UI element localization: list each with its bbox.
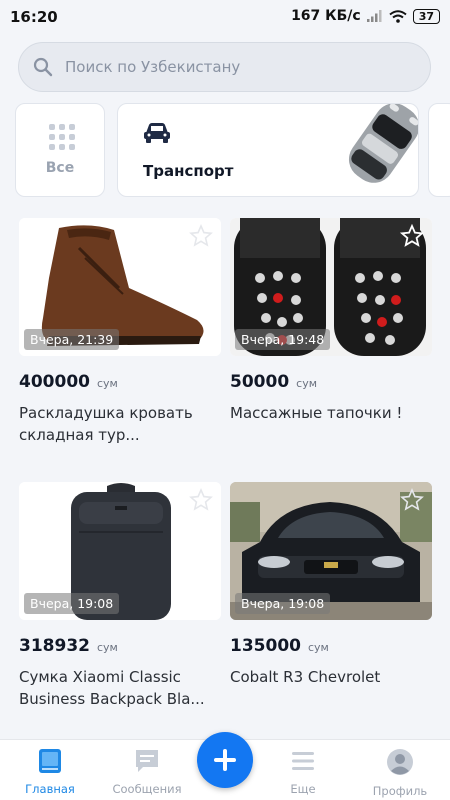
- category-carousel: Все Транспорт: [0, 103, 450, 198]
- network-speed: 167 КБ/с: [291, 8, 361, 24]
- menu-icon: [292, 752, 314, 770]
- battery-indicator: 37: [412, 8, 440, 24]
- favorite-star-icon[interactable]: [400, 224, 424, 248]
- nav-more[interactable]: Еще: [258, 748, 348, 796]
- wifi-icon: [389, 9, 407, 23]
- listing-time: Вчера, 19:48: [235, 329, 331, 350]
- search-icon: [33, 57, 53, 77]
- listing-image[interactable]: Вчера, 19:08: [19, 482, 221, 620]
- category-transport[interactable]: Транспорт: [117, 103, 419, 197]
- listing-image[interactable]: Вчера, 19:08: [230, 482, 432, 620]
- home-icon: [39, 749, 61, 773]
- category-all-label: Все: [45, 160, 75, 176]
- listing-currency: сум: [307, 641, 329, 654]
- listing-currency: сум: [96, 641, 118, 654]
- search-input[interactable]: Поиск по Узбекистану: [18, 42, 431, 92]
- listing-image[interactable]: Вчера, 21:39: [19, 218, 221, 356]
- price-row: 400000 сум: [19, 372, 118, 392]
- price-row: 135000 сум: [230, 636, 329, 656]
- listing-title[interactable]: Массажные тапочки !: [230, 402, 435, 424]
- listing-time: Вчера, 19:08: [24, 593, 120, 614]
- favorite-star-icon[interactable]: [189, 224, 213, 248]
- avatar-icon: [387, 749, 413, 775]
- category-all[interactable]: Все: [15, 103, 105, 197]
- nav-messages[interactable]: Сообщения: [102, 748, 192, 796]
- favorite-star-icon[interactable]: [189, 488, 213, 512]
- car-icon: [144, 123, 170, 143]
- listing-price: 135000: [230, 636, 301, 656]
- listing-currency: сум: [96, 377, 118, 390]
- messages-icon: [136, 750, 158, 772]
- status-bar: 16:20 167 КБ/с 37: [0, 0, 450, 34]
- category-next[interactable]: [428, 103, 450, 197]
- nav-messages-label: Сообщения: [112, 782, 182, 796]
- nav-more-label: Еще: [290, 782, 316, 796]
- status-indicators: 167 КБ/с 37: [291, 8, 440, 24]
- nav-home-label: Главная: [25, 782, 75, 796]
- nav-profile[interactable]: Профиль: [355, 748, 445, 798]
- nav-profile-label: Профиль: [372, 784, 428, 798]
- listing-time: Вчера, 19:08: [235, 593, 331, 614]
- car-image: [348, 104, 418, 183]
- signal-icon: [366, 10, 382, 22]
- nav-home[interactable]: Главная: [5, 748, 95, 796]
- grid-icon: [49, 124, 75, 150]
- listing-price: 318932: [19, 636, 90, 656]
- listing-time: Вчера, 21:39: [24, 329, 120, 350]
- price-row: 318932 сум: [19, 636, 118, 656]
- plus-icon: [214, 749, 236, 771]
- listing-price: 400000: [19, 372, 90, 392]
- listing-image[interactable]: Вчера, 19:48: [230, 218, 432, 356]
- category-transport-label: Транспорт: [143, 162, 234, 180]
- search-placeholder: Поиск по Узбекистану: [65, 58, 241, 76]
- listing-title[interactable]: Сумка Xiaomi Classic Business Backpack B…: [19, 666, 224, 710]
- add-listing-button[interactable]: [197, 732, 253, 788]
- status-time: 16:20: [10, 8, 58, 26]
- listing-title[interactable]: Cobalt R3 Chevrolet: [230, 666, 435, 688]
- listing-currency: сум: [296, 377, 318, 390]
- favorite-star-icon[interactable]: [400, 488, 424, 512]
- listing-title[interactable]: Раскладушка кровать складная тур...: [19, 402, 224, 446]
- listing-price: 50000: [230, 372, 290, 392]
- price-row: 50000 сум: [230, 372, 317, 392]
